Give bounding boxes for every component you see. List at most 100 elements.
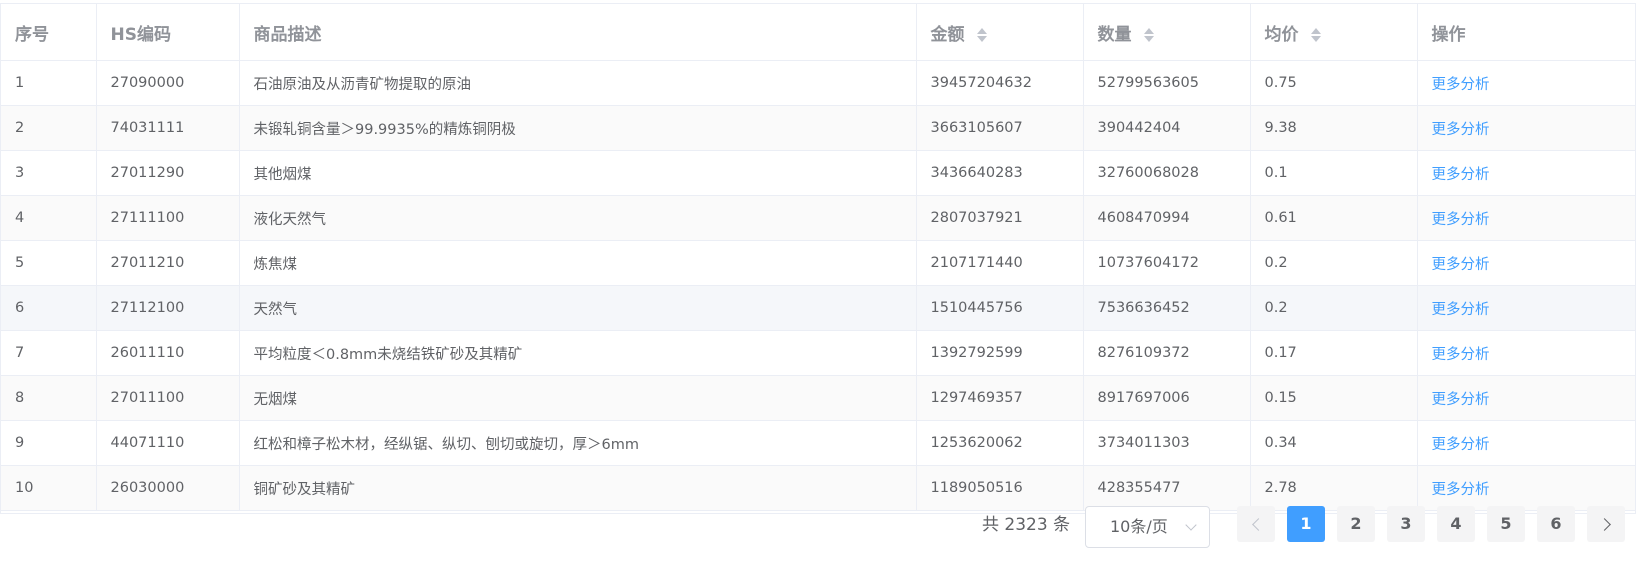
pagination: 共 2323 条 10条/页 1 2 3 4 5 6 <box>0 504 1641 548</box>
cell-amount: 2107171440 <box>916 240 1084 286</box>
sort-ascending-icon[interactable] <box>1144 27 1155 34</box>
table-row: 3 27011290 其他烟煤 3436640283 32760068028 0… <box>1 150 1635 196</box>
data-table: 序号 HS编码 商品描述 金额 数量 均价 操作 1 27090000 石油原油… <box>0 3 1636 514</box>
cell-action: 更多分析 <box>1417 375 1635 421</box>
header-description-label: 商品描述 <box>253 24 322 45</box>
chevron-right-icon <box>1597 518 1611 531</box>
cell-index: 6 <box>1 285 97 331</box>
cell-description: 炼焦煤 <box>239 240 917 286</box>
cell-hs-code: 74031111 <box>96 105 240 151</box>
cell-action: 更多分析 <box>1417 330 1635 376</box>
commodity-table: 序号 HS编码 商品描述 金额 数量 均价 操作 1 27090000 石油原油… <box>1 4 1635 511</box>
cell-action: 更多分析 <box>1417 240 1635 286</box>
more-analysis-link[interactable]: 更多分析 <box>1432 122 1490 138</box>
more-analysis-link[interactable]: 更多分析 <box>1432 167 1490 183</box>
cell-quantity: 8276109372 <box>1083 330 1251 376</box>
more-analysis-link[interactable]: 更多分析 <box>1432 392 1490 408</box>
cell-description: 未锻轧铜含量＞99.9935%的精炼铜阴极 <box>239 105 917 151</box>
cell-amount: 1392792599 <box>916 330 1084 376</box>
table-body: 1 27090000 石油原油及从沥青矿物提取的原油 39457204632 5… <box>1 60 1635 511</box>
sort-descending-icon[interactable] <box>1311 35 1322 42</box>
header-quantity-label: 数量 <box>1097 24 1132 45</box>
more-analysis-link[interactable]: 更多分析 <box>1432 257 1490 273</box>
cell-action: 更多分析 <box>1417 105 1635 151</box>
more-analysis-link[interactable]: 更多分析 <box>1432 212 1490 228</box>
sort-caret-icon[interactable] <box>1310 27 1322 43</box>
cell-quantity: 10737604172 <box>1083 240 1251 286</box>
cell-hs-code: 44071110 <box>96 420 240 466</box>
table-row: 5 27011210 炼焦煤 2107171440 10737604172 0.… <box>1 240 1635 286</box>
chevron-left-icon <box>1251 518 1265 531</box>
table-row: 4 27111100 液化天然气 2807037921 4608470994 0… <box>1 195 1635 241</box>
cell-amount: 1510445756 <box>916 285 1084 331</box>
header-average-price[interactable]: 均价 <box>1250 4 1418 61</box>
cell-average-price: 0.1 <box>1250 150 1418 196</box>
sort-caret-icon[interactable] <box>1143 27 1155 43</box>
cell-hs-code: 27011290 <box>96 150 240 196</box>
page-number-6[interactable]: 6 <box>1537 506 1575 542</box>
cell-quantity: 3734011303 <box>1083 420 1251 466</box>
header-index: 序号 <box>1 4 97 61</box>
sort-ascending-icon[interactable] <box>1311 27 1322 34</box>
page-number-3[interactable]: 3 <box>1387 506 1425 542</box>
cell-description: 其他烟煤 <box>239 150 917 196</box>
cell-description: 天然气 <box>239 285 917 331</box>
table-row: 8 27011100 无烟煤 1297469357 8917697006 0.1… <box>1 375 1635 421</box>
page-number-1[interactable]: 1 <box>1287 506 1325 542</box>
page-number-5[interactable]: 5 <box>1487 506 1525 542</box>
header-description: 商品描述 <box>239 4 917 61</box>
cell-quantity: 32760068028 <box>1083 150 1251 196</box>
cell-average-price: 0.2 <box>1250 240 1418 286</box>
table-row: 2 74031111 未锻轧铜含量＞99.9935%的精炼铜阴极 3663105… <box>1 105 1635 151</box>
cell-average-price: 9.38 <box>1250 105 1418 151</box>
cell-description: 平均粒度＜0.8mm未烧结铁矿砂及其精矿 <box>239 330 917 376</box>
cell-average-price: 0.75 <box>1250 60 1418 106</box>
sort-caret-icon[interactable] <box>976 27 988 43</box>
cell-description: 无烟煤 <box>239 375 917 421</box>
cell-average-price: 0.15 <box>1250 375 1418 421</box>
prev-page-button[interactable] <box>1237 506 1275 542</box>
sort-descending-icon[interactable] <box>1144 35 1155 42</box>
page-size-value: 10条/页 <box>1110 517 1168 536</box>
header-average-price-label: 均价 <box>1264 24 1299 45</box>
cell-index: 8 <box>1 375 97 421</box>
cell-action: 更多分析 <box>1417 60 1635 106</box>
cell-hs-code: 27011210 <box>96 240 240 286</box>
more-analysis-link[interactable]: 更多分析 <box>1432 77 1490 93</box>
next-page-button[interactable] <box>1587 506 1625 542</box>
table-row: 6 27112100 天然气 1510445756 7536636452 0.2… <box>1 285 1635 331</box>
more-analysis-link[interactable]: 更多分析 <box>1432 347 1490 363</box>
cell-quantity: 8917697006 <box>1083 375 1251 421</box>
more-analysis-link[interactable]: 更多分析 <box>1432 482 1490 498</box>
cell-index: 1 <box>1 60 97 106</box>
cell-quantity: 4608470994 <box>1083 195 1251 241</box>
cell-quantity: 7536636452 <box>1083 285 1251 331</box>
cell-amount: 2807037921 <box>916 195 1084 241</box>
more-analysis-link[interactable]: 更多分析 <box>1432 302 1490 318</box>
cell-hs-code: 27011100 <box>96 375 240 421</box>
header-action-label: 操作 <box>1431 24 1466 45</box>
page-number-4[interactable]: 4 <box>1437 506 1475 542</box>
cell-average-price: 0.2 <box>1250 285 1418 331</box>
page-number-2[interactable]: 2 <box>1337 506 1375 542</box>
cell-hs-code: 27112100 <box>96 285 240 331</box>
more-analysis-link[interactable]: 更多分析 <box>1432 437 1490 453</box>
cell-amount: 1297469357 <box>916 375 1084 421</box>
header-quantity[interactable]: 数量 <box>1083 4 1251 61</box>
sort-ascending-icon[interactable] <box>977 27 988 34</box>
sort-descending-icon[interactable] <box>977 35 988 42</box>
table-row: 9 44071110 红松和樟子松木材，经纵锯、纵切、刨切或旋切，厚＞6mm 1… <box>1 420 1635 466</box>
chevron-down-icon[interactable] <box>1185 519 1197 531</box>
cell-action: 更多分析 <box>1417 285 1635 331</box>
cell-quantity: 390442404 <box>1083 105 1251 151</box>
page-size-select[interactable]: 10条/页 <box>1085 506 1210 548</box>
header-row: 序号 HS编码 商品描述 金额 数量 均价 操作 <box>1 4 1635 61</box>
header-index-label: 序号 <box>15 24 49 45</box>
cell-average-price: 0.34 <box>1250 420 1418 466</box>
total-count: 共 2323 条 <box>982 515 1071 535</box>
cell-amount: 39457204632 <box>916 60 1084 106</box>
table-row: 1 27090000 石油原油及从沥青矿物提取的原油 39457204632 5… <box>1 60 1635 106</box>
cell-amount: 1253620062 <box>916 420 1084 466</box>
header-amount[interactable]: 金额 <box>916 4 1084 61</box>
cell-description: 红松和樟子松木材，经纵锯、纵切、刨切或旋切，厚＞6mm <box>239 420 917 466</box>
